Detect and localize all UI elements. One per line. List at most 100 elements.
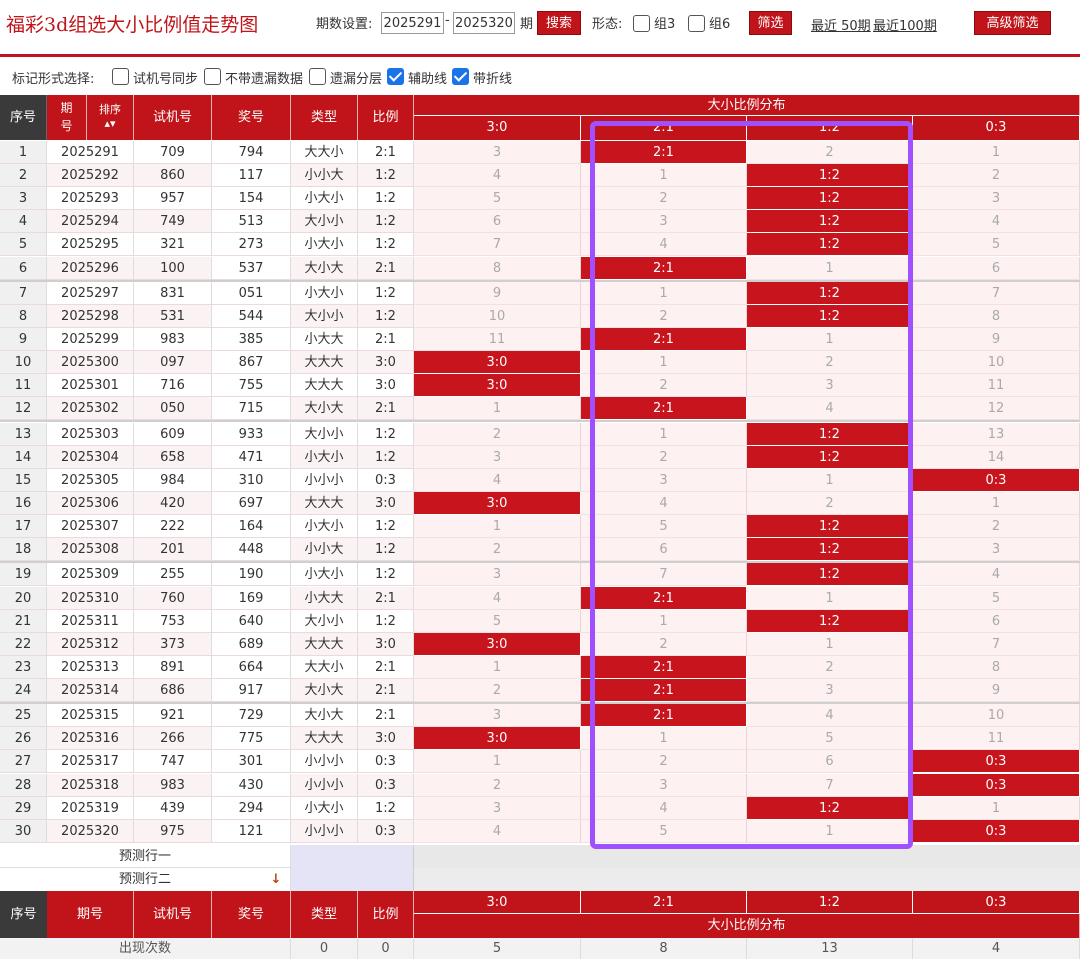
footer-dist-col: 0:3 bbox=[913, 890, 1080, 914]
row-type: 小小大 bbox=[291, 164, 358, 188]
row-draw: 430 bbox=[212, 773, 291, 797]
dist-miss-cell: 7 bbox=[913, 632, 1080, 656]
dist-miss-cell: 1 bbox=[747, 468, 913, 492]
row-period: 2025296 bbox=[47, 256, 134, 280]
dist-hit-cell: 2:1 bbox=[581, 704, 747, 728]
dist-miss-cell: 2 bbox=[747, 655, 913, 679]
row-seq: 11 bbox=[0, 374, 47, 398]
dist-miss-cell: 6 bbox=[913, 609, 1080, 633]
row-period: 2025318 bbox=[47, 773, 134, 797]
row-period: 2025306 bbox=[47, 491, 134, 515]
dist-hit-cell: 2:1 bbox=[581, 256, 747, 280]
row-trial: 266 bbox=[134, 727, 212, 751]
dist-hit-cell: 1:2 bbox=[747, 187, 913, 211]
sort-button[interactable]: 排序 ▴▾ bbox=[87, 95, 134, 140]
dist-miss-cell: 4 bbox=[747, 397, 913, 421]
count-value: 5 bbox=[414, 937, 581, 959]
dist-miss-cell: 3 bbox=[581, 468, 747, 492]
row-type: 大大小 bbox=[291, 655, 358, 679]
dist-miss-cell: 1 bbox=[747, 256, 913, 280]
count-ratio: 0 bbox=[358, 937, 414, 959]
row-trial: 420 bbox=[134, 491, 212, 515]
row-seq: 10 bbox=[0, 351, 47, 375]
row-period: 2025315 bbox=[47, 704, 134, 728]
dist-miss-cell: 14 bbox=[913, 445, 1080, 469]
dist-miss-cell: 5 bbox=[913, 233, 1080, 257]
dist-miss-cell: 1 bbox=[747, 632, 913, 656]
dist-miss-cell: 11 bbox=[414, 328, 581, 352]
row-trial: 957 bbox=[134, 187, 212, 211]
row-seq: 22 bbox=[0, 632, 47, 656]
dist-hit-cell: 1:2 bbox=[747, 164, 913, 188]
row-ratio: 0:3 bbox=[358, 750, 414, 774]
row-type: 小小小 bbox=[291, 773, 358, 797]
row-period: 2025312 bbox=[47, 632, 134, 656]
dist-miss-cell: 2 bbox=[747, 351, 913, 375]
dist-miss-cell: 11 bbox=[913, 374, 1080, 398]
predict-row-2-label[interactable]: 预测行二 bbox=[0, 867, 291, 891]
row-draw: 715 bbox=[212, 397, 291, 421]
trend-table: 序号 期号 排序 ▴▾ 试机号 奖号 类型 比例 大小比例分布 3:0 2:1 1:2 0:3 1 2025… bbox=[0, 0, 1080, 959]
dist-hit-cell: 0:3 bbox=[913, 819, 1080, 843]
dist-miss-cell: 8 bbox=[913, 304, 1080, 328]
row-ratio: 3:0 bbox=[358, 727, 414, 751]
row-trial: 709 bbox=[134, 141, 212, 165]
dist-miss-cell: 3 bbox=[414, 141, 581, 165]
predict-row-1-label[interactable]: 预测行一 bbox=[0, 844, 291, 868]
dist-hit-cell: 3:0 bbox=[414, 351, 581, 375]
row-trial: 686 bbox=[134, 678, 212, 702]
dist-miss-cell: 5 bbox=[581, 819, 747, 843]
row-type: 大小大 bbox=[291, 704, 358, 728]
dist-miss-cell: 4 bbox=[581, 796, 747, 820]
predict-row-2-area[interactable] bbox=[414, 867, 1080, 891]
dist-hit-cell: 1:2 bbox=[747, 281, 913, 305]
predict-row-1-input[interactable] bbox=[291, 844, 414, 868]
row-period: 2025307 bbox=[47, 515, 134, 539]
dist-miss-cell: 2 bbox=[581, 374, 747, 398]
footer-ratio: 比例 bbox=[358, 890, 414, 938]
row-type: 大小小 bbox=[291, 609, 358, 633]
row-seq: 7 bbox=[0, 281, 47, 305]
row-draw: 775 bbox=[212, 727, 291, 751]
row-period: 2025314 bbox=[47, 678, 134, 702]
down-arrow-icon[interactable]: ↓ bbox=[268, 868, 284, 891]
row-draw: 917 bbox=[212, 678, 291, 702]
row-type: 大小小 bbox=[291, 304, 358, 328]
dist-miss-cell: 4 bbox=[414, 164, 581, 188]
count-type: 0 bbox=[291, 937, 358, 959]
count-value: 13 bbox=[747, 937, 913, 959]
row-seq: 21 bbox=[0, 609, 47, 633]
dist-miss-cell: 2 bbox=[581, 445, 747, 469]
row-period: 2025320 bbox=[47, 819, 134, 843]
row-draw: 154 bbox=[212, 187, 291, 211]
row-trial: 097 bbox=[134, 351, 212, 375]
row-period: 2025309 bbox=[47, 563, 134, 587]
dist-miss-cell: 3 bbox=[414, 563, 581, 587]
row-draw: 190 bbox=[212, 563, 291, 587]
row-draw: 301 bbox=[212, 750, 291, 774]
row-type: 小大小 bbox=[291, 515, 358, 539]
row-ratio: 2:1 bbox=[358, 678, 414, 702]
row-seq: 18 bbox=[0, 538, 47, 562]
row-seq: 5 bbox=[0, 233, 47, 257]
row-type: 大小大 bbox=[291, 678, 358, 702]
row-seq: 4 bbox=[0, 210, 47, 234]
dist-miss-cell: 4 bbox=[581, 233, 747, 257]
count-value: 4 bbox=[913, 937, 1080, 959]
dist-miss-cell: 1 bbox=[581, 727, 747, 751]
row-trial: 050 bbox=[134, 397, 212, 421]
count-label: 出现次数 bbox=[0, 937, 291, 959]
dist-hit-cell: 3:0 bbox=[414, 727, 581, 751]
row-ratio: 1:2 bbox=[358, 796, 414, 820]
row-ratio: 1:2 bbox=[358, 210, 414, 234]
dist-miss-cell: 4 bbox=[414, 586, 581, 610]
row-seq: 2 bbox=[0, 164, 47, 188]
predict-row-1-area[interactable] bbox=[414, 844, 1080, 868]
row-trial: 222 bbox=[134, 515, 212, 539]
predict-row-2-input[interactable] bbox=[291, 867, 414, 891]
row-type: 大大小 bbox=[291, 141, 358, 165]
row-draw: 169 bbox=[212, 586, 291, 610]
dist-miss-cell: 2 bbox=[747, 141, 913, 165]
row-period: 2025298 bbox=[47, 304, 134, 328]
row-ratio: 0:3 bbox=[358, 468, 414, 492]
